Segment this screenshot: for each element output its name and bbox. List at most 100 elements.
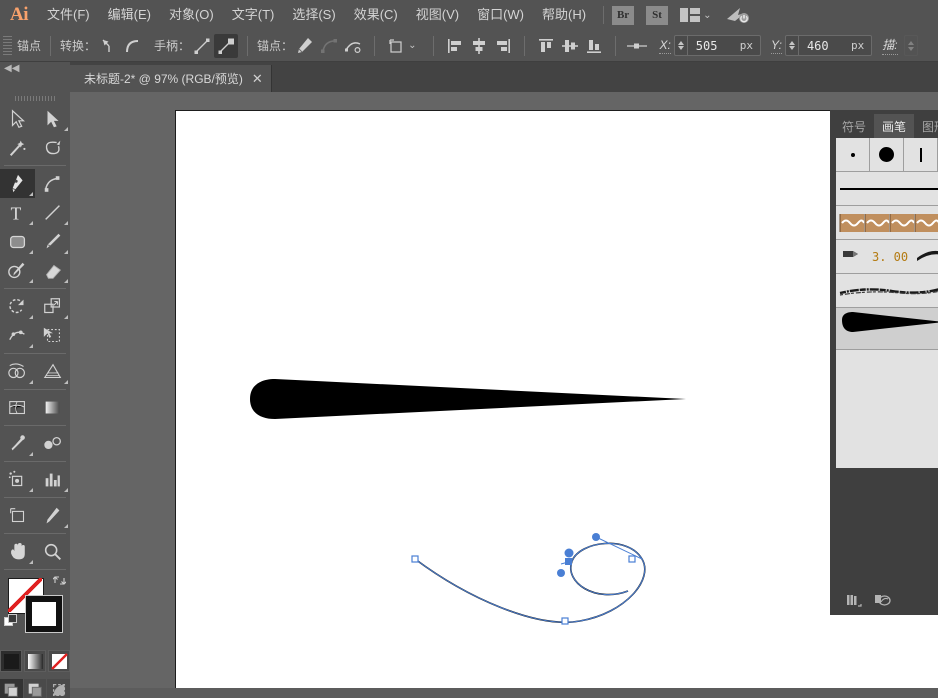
tool-more-triangle-icon[interactable]: [64, 279, 68, 283]
tool-selection[interactable]: [0, 104, 35, 133]
menu-type[interactable]: 文字(T): [223, 0, 284, 30]
remove-anchor-icon[interactable]: [293, 34, 317, 58]
tool-paintbrush[interactable]: [35, 227, 70, 256]
menu-view[interactable]: 视图(V): [407, 0, 468, 30]
tool-more-triangle-icon[interactable]: [64, 127, 68, 131]
menu-object[interactable]: 对象(O): [160, 0, 223, 30]
tool-lasso[interactable]: [35, 133, 70, 162]
align-right-icon[interactable]: [491, 34, 515, 58]
tool-more-triangle-icon[interactable]: [64, 488, 68, 492]
direction-handle-point[interactable]: [592, 533, 600, 541]
draw-normal[interactable]: [0, 679, 23, 698]
tool-more-triangle-icon[interactable]: [29, 344, 33, 348]
cloud-sync-icon[interactable]: [725, 6, 751, 24]
panel-tab-symbols[interactable]: 符号: [834, 114, 874, 138]
brush-options-icon[interactable]: [874, 593, 892, 612]
menu-effect[interactable]: 效果(C): [345, 0, 407, 30]
y-coordinate-value[interactable]: 460: [799, 39, 851, 53]
y-stepper[interactable]: [786, 36, 799, 55]
direction-handle-point[interactable]: [557, 569, 565, 577]
cut-path-icon[interactable]: [341, 34, 365, 58]
menu-help[interactable]: 帮助(H): [533, 0, 595, 30]
tool-artboard[interactable]: [0, 501, 35, 530]
mode-gradient[interactable]: [24, 650, 46, 672]
tool-blend[interactable]: [35, 429, 70, 458]
tool-more-triangle-icon[interactable]: [29, 192, 33, 196]
brush-basic-bar[interactable]: [904, 138, 938, 171]
tool-more-triangle-icon[interactable]: [29, 380, 33, 384]
tool-curvature[interactable]: [35, 169, 70, 198]
chevron-down-icon[interactable]: ⌄: [703, 10, 711, 21]
x-stepper[interactable]: [675, 36, 688, 55]
artboard[interactable]: [175, 110, 938, 690]
transform-handle-icon[interactable]: [625, 34, 649, 58]
arrange-documents-icon[interactable]: [680, 8, 701, 22]
align-bottom-icon[interactable]: [582, 34, 606, 58]
tool-scale[interactable]: [35, 292, 70, 321]
tools-panel-grip[interactable]: [0, 92, 70, 104]
swap-fill-stroke-icon[interactable]: [52, 574, 67, 587]
brush-list[interactable]: 3. 00: [836, 138, 938, 468]
close-icon[interactable]: ✕: [252, 71, 263, 87]
brush-row[interactable]: [836, 138, 938, 172]
tool-shape-builder[interactable]: [0, 357, 35, 386]
brush-tapered-stroke[interactable]: [836, 308, 938, 350]
direction-handle-point[interactable]: [564, 548, 574, 558]
tool-perspective-grid[interactable]: [35, 357, 70, 386]
anchor-point[interactable]: [411, 555, 419, 563]
isolate-selected-icon[interactable]: [384, 34, 408, 58]
panel-tab-graphic-styles[interactable]: 图形: [914, 114, 938, 138]
align-left-icon[interactable]: [443, 34, 467, 58]
bridge-button[interactable]: Br: [612, 5, 635, 25]
align-horizontal-center-icon[interactable]: [467, 34, 491, 58]
align-top-icon[interactable]: [534, 34, 558, 58]
tool-column-graph[interactable]: [35, 465, 70, 494]
x-coordinate-field[interactable]: 505 px: [673, 35, 762, 56]
y-coordinate-field[interactable]: 460 px: [784, 35, 873, 56]
tool-more-triangle-icon[interactable]: [64, 380, 68, 384]
tool-rectangle[interactable]: [0, 227, 35, 256]
canvas-area[interactable]: [70, 92, 938, 698]
document-tab[interactable]: 未标题-2* @ 97% (RGB/预览) ✕: [70, 65, 272, 92]
tool-gradient[interactable]: [35, 393, 70, 422]
isolate-chevron-down-icon[interactable]: ⌄: [408, 40, 416, 51]
tool-slice[interactable]: [35, 501, 70, 530]
tool-line-segment[interactable]: [35, 198, 70, 227]
tool-more-triangle-icon[interactable]: [29, 250, 33, 254]
tool-pen[interactable]: [0, 169, 35, 198]
stock-button[interactable]: St: [646, 5, 669, 25]
brush-pattern-rope[interactable]: [836, 206, 938, 240]
tool-zoom[interactable]: [35, 537, 70, 566]
x-coordinate-value[interactable]: 505: [688, 39, 740, 53]
connect-anchor-icon[interactable]: [317, 34, 341, 58]
brush-calligraphic[interactable]: 3. 00: [836, 240, 938, 274]
tool-eyedropper[interactable]: [0, 429, 35, 458]
tool-more-triangle-icon[interactable]: [29, 315, 33, 319]
brush-basic-dot-small[interactable]: [836, 138, 870, 171]
anchor-point[interactable]: [561, 617, 569, 625]
tool-more-triangle-icon[interactable]: [64, 250, 68, 254]
default-fill-stroke-icon[interactable]: [4, 614, 18, 628]
tool-free-transform[interactable]: [35, 321, 70, 350]
tool-magic-wand[interactable]: [0, 133, 35, 162]
menu-file[interactable]: 文件(F): [38, 0, 99, 30]
stroke-weight-stepper[interactable]: [903, 35, 918, 56]
tool-more-triangle-icon[interactable]: [29, 488, 33, 492]
tool-shaper[interactable]: [0, 256, 35, 285]
tool-more-triangle-icon[interactable]: [64, 524, 68, 528]
tool-more-triangle-icon[interactable]: [64, 221, 68, 225]
convert-to-corner-icon[interactable]: [96, 34, 120, 58]
mode-color[interactable]: [0, 650, 22, 672]
tool-more-triangle-icon[interactable]: [29, 560, 33, 564]
menu-select[interactable]: 选择(S): [283, 0, 344, 30]
hide-handles-icon[interactable]: [214, 33, 239, 58]
tool-width[interactable]: [0, 321, 35, 350]
tool-mesh[interactable]: [0, 393, 35, 422]
brush-libraries-icon[interactable]: [846, 593, 862, 612]
brush-basic-line[interactable]: [836, 172, 938, 206]
draw-inside[interactable]: [47, 679, 71, 698]
brush-charcoal[interactable]: [836, 274, 938, 308]
selected-bezier-path[interactable]: [414, 542, 646, 623]
tool-more-triangle-icon[interactable]: [29, 221, 33, 225]
tool-eraser[interactable]: [35, 256, 70, 285]
